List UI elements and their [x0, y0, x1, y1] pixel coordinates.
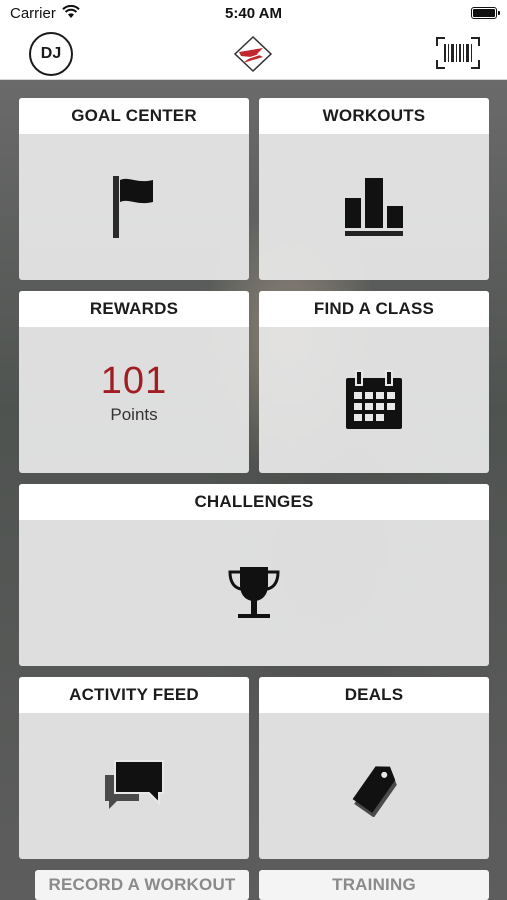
deals-title: DEALS [259, 677, 489, 713]
goal-center-title: GOAL CENTER [19, 98, 249, 134]
challenges-tile[interactable]: CHALLENGES [19, 484, 489, 666]
activity-feed-title: ACTIVITY FEED [19, 677, 249, 713]
record-a-workout-title: RECORD A WORKOUT [35, 870, 249, 900]
barcode-icon[interactable] [435, 36, 481, 70]
training-tile[interactable]: TRAINING [259, 870, 489, 900]
activity-feed-tile[interactable]: ACTIVITY FEED [19, 677, 249, 859]
rewards-tile[interactable]: REWARDS 101 Points [19, 291, 249, 473]
tag-icon [352, 766, 397, 817]
workouts-title: WORKOUTS [259, 98, 489, 134]
deals-tile[interactable]: DEALS [259, 677, 489, 859]
workouts-tile[interactable]: WORKOUTS [259, 98, 489, 280]
find-a-class-title: FIND A CLASS [259, 291, 489, 327]
training-title: TRAINING [259, 870, 489, 900]
chat-bubbles-icon [105, 760, 164, 809]
battery-icon [471, 7, 500, 19]
nav-bar: DJ [0, 28, 507, 80]
clock: 5:40 AM [225, 5, 282, 22]
rewards-title: REWARDS [19, 291, 249, 327]
points-label: Points [110, 404, 158, 424]
calendar-icon [346, 370, 402, 429]
trophy-icon [228, 567, 280, 618]
record-a-workout-tile[interactable]: RECORD A WORKOUT [35, 870, 249, 900]
challenges-title: CHALLENGES [19, 484, 489, 520]
status-bar: Carrier 5:40 AM [0, 0, 507, 28]
find-a-class-tile[interactable]: FIND A CLASS [259, 291, 489, 473]
points-value: 101 [100, 359, 168, 402]
avatar-initials: DJ [40, 45, 62, 62]
bar-chart-icon [345, 178, 403, 236]
avatar[interactable]: DJ [29, 32, 73, 76]
flag-icon [113, 176, 153, 238]
points-display: 101 Points [101, 360, 167, 425]
brand-logo-icon[interactable] [233, 35, 273, 73]
goal-center-tile[interactable]: GOAL CENTER [19, 98, 249, 280]
